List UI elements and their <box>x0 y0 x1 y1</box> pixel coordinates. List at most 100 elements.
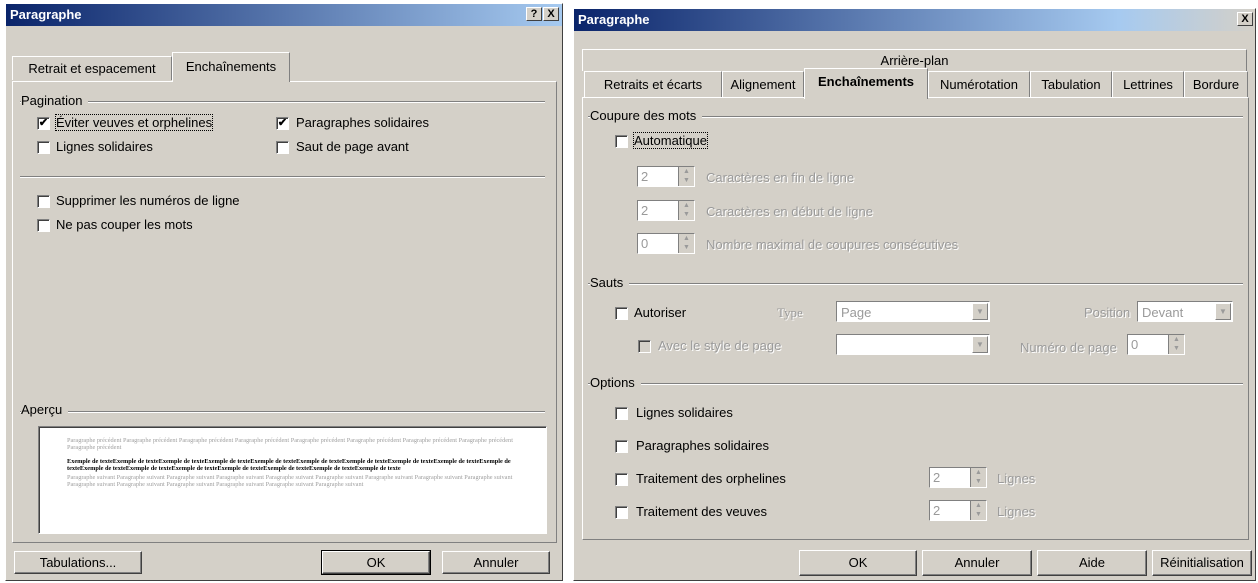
position-select[interactable]: Devant ▼ <box>1137 301 1233 322</box>
max-hyphens-label: Nombre maximal de coupures consécutives <box>706 237 959 252</box>
tab-enchainements[interactable]: Enchaînements <box>172 52 290 82</box>
page-break-before-checkbox[interactable] <box>276 141 289 154</box>
tab-label: Tabulation <box>1041 77 1101 92</box>
type-label: Type <box>777 305 803 320</box>
widow-control-label: Traitement des veuves <box>636 504 768 519</box>
help-button[interactable]: Aide <box>1037 550 1147 576</box>
allow-break-checkbox[interactable] <box>615 307 628 320</box>
page-number-spinner[interactable]: 0 ▲ ▼ <box>1127 334 1185 355</box>
chars-end-line-spinner[interactable]: 2 ▲ ▼ <box>637 166 695 187</box>
breaks-divider <box>588 283 1243 285</box>
button-label: Tabulations... <box>39 555 117 570</box>
options-group-label: Options <box>590 375 641 390</box>
cancel-button[interactable]: Annuler <box>922 550 1032 576</box>
keep-paragraphs-checkbox[interactable] <box>615 440 628 453</box>
breaks-group-label: Sauts <box>590 275 630 290</box>
close-button[interactable]: X <box>1237 12 1253 26</box>
tab-retraits-ecarts[interactable]: Retraits et écarts <box>584 71 722 97</box>
no-hyphenation-label: Ne pas couper les mots <box>56 217 193 232</box>
button-label: Annuler <box>954 555 1000 570</box>
page-break-before-label: Saut de page avant <box>296 139 409 154</box>
tab-label: Enchaînements <box>185 59 277 74</box>
preview-sample-text: Exemple de texteExemple de texteExemple … <box>67 457 511 473</box>
spinner-arrows-icon[interactable]: ▲ ▼ <box>970 468 986 487</box>
keep-lines-checkbox[interactable] <box>615 407 628 420</box>
automatic-label: Automatique <box>633 132 708 149</box>
hyphenation-group-label: Coupure des mots <box>590 108 703 123</box>
tab-bordure[interactable]: Bordure <box>1184 71 1248 97</box>
button-label: OK <box>848 555 868 570</box>
spinner-value: 2 <box>641 203 649 218</box>
tabulations-button[interactable]: Tabulations... <box>14 551 142 574</box>
tab-label: Enchaînements <box>817 74 915 89</box>
orphan-control-label: Traitement des orphelines <box>636 471 786 486</box>
left-title-bar: Paragraphe <box>6 4 562 26</box>
automatic-checkbox[interactable] <box>615 135 628 148</box>
orphan-lines-spinner[interactable]: 2 ▲ ▼ <box>929 467 987 488</box>
page-number-label: Numéro de page <box>1020 340 1117 355</box>
select-value: Devant <box>1142 305 1184 320</box>
max-hyphens-spinner[interactable]: 0 ▲ ▼ <box>637 233 695 254</box>
ok-button[interactable]: OK <box>321 550 431 575</box>
orphan-control-checkbox[interactable] <box>615 473 628 486</box>
preview-previous-text: Paragraphe précédent Paragraphe précéden… <box>67 437 513 452</box>
suppress-line-numbers-checkbox[interactable] <box>37 195 50 208</box>
tab-label: Retraits et écarts <box>603 77 703 92</box>
allow-break-label: Autoriser <box>634 305 687 320</box>
keep-with-next-checkbox[interactable]: ✔ <box>276 117 289 130</box>
spinner-value: 2 <box>933 503 941 518</box>
position-label: Position <box>1084 305 1131 320</box>
spinner-value: 2 <box>641 169 649 184</box>
tab-retrait-espacement[interactable]: Retrait et espacement <box>12 56 172 80</box>
spinner-arrows-icon[interactable]: ▲ ▼ <box>678 201 694 220</box>
right-title-bar: Paragraphe <box>574 9 1255 31</box>
help-button[interactable]: ? <box>526 7 542 21</box>
spinner-arrows-icon[interactable]: ▲ ▼ <box>678 167 694 186</box>
tab-enchainements[interactable]: Enchaînements <box>804 68 928 99</box>
suppress-line-numbers-label: Supprimer les numéros de ligne <box>56 193 240 208</box>
right-paragraph-dialog: Paragraphe X Arrière-plan Retraits et éc… <box>573 8 1256 581</box>
separator-line <box>20 176 545 178</box>
dropdown-arrow-icon[interactable]: ▼ <box>1215 303 1231 320</box>
spinner-arrows-icon[interactable]: ▲ ▼ <box>678 234 694 253</box>
pagination-divider <box>20 101 545 103</box>
close-button[interactable]: X <box>543 7 559 21</box>
tab-tabulation[interactable]: Tabulation <box>1030 71 1112 97</box>
left-dialog-title: Paragraphe <box>10 7 82 22</box>
chars-start-line-spinner[interactable]: 2 ▲ ▼ <box>637 200 695 221</box>
keep-with-next-label: Paragraphes solidaires <box>296 115 429 130</box>
cancel-button[interactable]: Annuler <box>442 551 550 574</box>
page-style-select[interactable]: ▼ <box>836 334 990 355</box>
keep-paragraphs-label: Paragraphes solidaires <box>636 438 769 453</box>
spinner-arrows-icon[interactable]: ▲ ▼ <box>1168 335 1184 354</box>
spinner-value: 0 <box>641 236 649 251</box>
page-style-checkbox[interactable] <box>638 340 651 353</box>
spinner-value: 2 <box>933 470 941 485</box>
chars-end-line-label: Caractères en fin de ligne <box>706 170 855 185</box>
dropdown-arrow-icon[interactable]: ▼ <box>972 303 988 320</box>
tab-label: Alignement <box>730 77 796 92</box>
tab-lettrines[interactable]: Lettrines <box>1112 71 1184 97</box>
no-hyphenation-checkbox[interactable] <box>37 219 50 232</box>
spinner-value: 0 <box>1131 337 1139 352</box>
orphan-lines-unit: Lignes <box>997 471 1036 486</box>
left-paragraph-dialog: Paragraphe ? X Retrait et espacement Enc… <box>5 3 563 581</box>
spinner-arrows-icon[interactable]: ▲ ▼ <box>970 501 986 520</box>
tab-label: Retrait et espacement <box>28 61 156 76</box>
ok-button[interactable]: OK <box>799 550 917 576</box>
button-label: OK <box>366 555 386 570</box>
tab-numerotation[interactable]: Numérotation <box>928 71 1030 97</box>
button-label: Aide <box>1078 555 1106 570</box>
tab-alignement[interactable]: Alignement <box>722 71 804 97</box>
keep-lines-checkbox[interactable] <box>37 141 50 154</box>
keep-lines-label: Lignes solidaires <box>636 405 733 420</box>
tab-label: Numérotation <box>939 77 1019 92</box>
widow-orphan-checkbox[interactable]: ✔ <box>37 117 50 130</box>
dropdown-arrow-icon[interactable]: ▼ <box>972 336 988 353</box>
page-style-label: Avec le style de page <box>658 338 782 353</box>
widow-lines-spinner[interactable]: 2 ▲ ▼ <box>929 500 987 521</box>
type-select[interactable]: Page ▼ <box>836 301 990 322</box>
apercu-label: Aperçu <box>21 402 69 417</box>
reset-button[interactable]: Réinitialisation <box>1152 550 1252 576</box>
widow-control-checkbox[interactable] <box>615 506 628 519</box>
